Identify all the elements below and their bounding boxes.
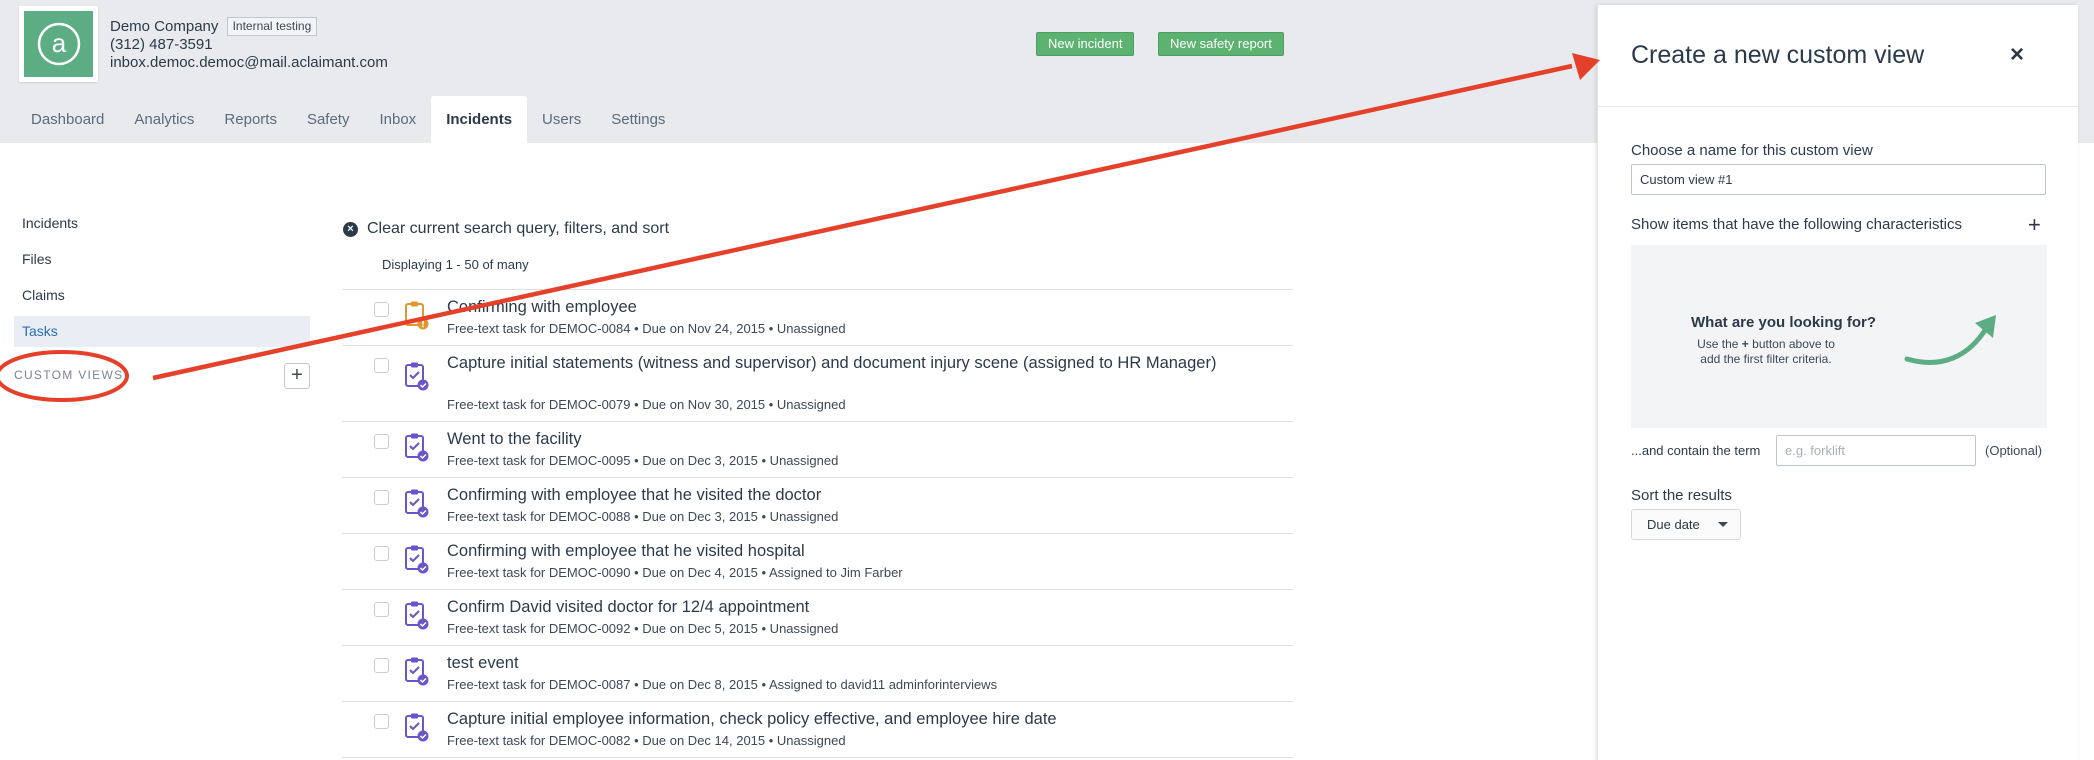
clipboard-check-icon	[405, 433, 429, 462]
task-list: Confirming with employee Free-text task …	[342, 289, 1293, 758]
row-checkbox[interactable]	[374, 658, 389, 673]
clipboard-check-icon	[405, 657, 429, 686]
task-row[interactable]: test event Free-text task for DEMOC-0087…	[342, 646, 1293, 702]
task-meta: Free-text task for DEMOC-0090 • Due on D…	[447, 565, 903, 580]
task-meta: Free-text task for DEMOC-0095 • Due on D…	[447, 453, 839, 468]
new-incident-button[interactable]: New incident	[1036, 32, 1135, 56]
row-checkbox[interactable]	[374, 714, 389, 729]
logo-mark: a	[24, 11, 93, 77]
sidebar-item-incidents[interactable]: Incidents	[14, 208, 310, 239]
close-icon[interactable]: ×	[2010, 41, 2024, 69]
tab-inbox[interactable]: Inbox	[364, 96, 431, 143]
svg-text:a: a	[51, 28, 66, 58]
company-logo[interactable]: a	[19, 6, 98, 82]
task-title[interactable]: Capture initial statements (witness and …	[447, 353, 1227, 373]
add-custom-view-button[interactable]: +	[284, 363, 310, 389]
tab-analytics[interactable]: Analytics	[119, 96, 209, 143]
plus-icon: +	[1741, 337, 1749, 351]
task-title[interactable]: Confirm David visited doctor for 12/4 ap…	[447, 597, 1227, 617]
task-meta: Free-text task for DEMOC-0084 • Due on N…	[447, 321, 846, 336]
contain-term-label: ...and contain the term	[1631, 443, 1761, 458]
aclaimant-logo-icon: a	[37, 22, 80, 66]
chevron-down-icon	[1718, 522, 1728, 527]
task-meta: Free-text task for DEMOC-0088 • Due on D…	[447, 509, 839, 524]
name-label: Choose a name for this custom view	[1631, 142, 1873, 159]
criteria-empty-state: What are you looking for? Use the + butt…	[1631, 245, 2047, 428]
panel-header: Create a new custom view ×	[1598, 5, 2079, 107]
sort-value: Due date	[1647, 517, 1700, 532]
add-criteria-button[interactable]: +	[2028, 212, 2041, 238]
row-checkbox[interactable]	[374, 490, 389, 505]
custom-view-panel: Create a new custom view × Choose a name…	[1597, 5, 2079, 760]
company-name: Demo Company	[110, 18, 219, 35]
tab-users[interactable]: Users	[527, 96, 596, 143]
company-info: Demo Company Internal testing (312) 487-…	[110, 17, 388, 72]
result-count: Displaying 1 - 50 of many	[382, 257, 529, 272]
sidebar-item-tasks[interactable]: Tasks	[14, 316, 310, 347]
clipboard-check-icon	[405, 362, 429, 391]
sidebar-item-claims[interactable]: Claims	[14, 280, 310, 311]
task-title[interactable]: Capture initial employee information, ch…	[447, 709, 1227, 729]
row-checkbox[interactable]	[374, 546, 389, 561]
panel-title: Create a new custom view	[1631, 41, 1925, 69]
empty-state-title: What are you looking for?	[1691, 314, 1877, 331]
task-title[interactable]: Went to the facility	[447, 429, 1227, 449]
task-meta: Free-text task for DEMOC-0082 • Due on D…	[447, 733, 846, 748]
task-row[interactable]: Capture initial employee information, ch…	[342, 702, 1293, 758]
tab-dashboard[interactable]: Dashboard	[16, 96, 119, 143]
task-row[interactable]: Confirm David visited doctor for 12/4 ap…	[342, 590, 1293, 646]
sort-dropdown[interactable]: Due date	[1631, 509, 1741, 540]
task-title[interactable]: test event	[447, 653, 1227, 673]
clipboard-warning-icon	[405, 301, 429, 330]
company-phone: (312) 487-3591	[110, 36, 213, 53]
task-title[interactable]: Confirming with employee that he visited…	[447, 485, 1227, 505]
environment-badge: Internal testing	[226, 17, 318, 36]
task-row[interactable]: Confirming with employee Free-text task …	[342, 290, 1293, 346]
new-safety-report-button[interactable]: New safety report	[1158, 32, 1284, 56]
characteristics-label: Show items that have the following chara…	[1631, 216, 1962, 233]
company-email: inbox.democ.democ@mail.aclaimant.com	[110, 54, 388, 71]
clipboard-check-icon	[405, 545, 429, 574]
clear-search-label: Clear current search query, filters, and…	[367, 220, 670, 237]
help-text-start: Use the	[1697, 337, 1739, 351]
clipboard-check-icon	[405, 489, 429, 518]
tab-incidents[interactable]: Incidents	[431, 96, 528, 143]
row-checkbox[interactable]	[374, 358, 389, 373]
main-nav: Dashboard Analytics Reports Safety Inbox…	[16, 96, 680, 143]
custom-views-heading: CUSTOM VIEWS	[14, 368, 124, 382]
task-meta: Free-text task for DEMOC-0092 • Due on D…	[447, 621, 839, 636]
sidebar-item-files[interactable]: Files	[14, 244, 310, 275]
tab-settings[interactable]: Settings	[596, 96, 680, 143]
custom-view-name-input[interactable]	[1631, 164, 2046, 195]
tab-reports[interactable]: Reports	[209, 96, 292, 143]
clipboard-check-icon	[405, 601, 429, 630]
sort-label: Sort the results	[1631, 487, 1732, 504]
task-title[interactable]: Confirming with employee	[447, 297, 1227, 317]
task-title[interactable]: Confirming with employee that he visited…	[447, 541, 1227, 561]
task-meta: Free-text task for DEMOC-0079 • Due on N…	[447, 397, 846, 412]
row-checkbox[interactable]	[374, 434, 389, 449]
curved-arrow-icon	[1904, 315, 1996, 365]
task-row[interactable]: Capture initial statements (witness and …	[342, 346, 1293, 422]
clipboard-check-icon	[405, 713, 429, 742]
tab-safety[interactable]: Safety	[292, 96, 365, 143]
empty-state-help: Use the + button above to add the first …	[1691, 337, 1841, 367]
row-checkbox[interactable]	[374, 602, 389, 617]
clear-search-link[interactable]: × Clear current search query, filters, a…	[343, 219, 669, 239]
task-row[interactable]: Confirming with employee that he visited…	[342, 478, 1293, 534]
close-circle-icon: ×	[343, 221, 358, 237]
task-meta: Free-text task for DEMOC-0087 • Due on D…	[447, 677, 998, 692]
task-row[interactable]: Confirming with employee that he visited…	[342, 534, 1293, 590]
search-term-input[interactable]	[1776, 435, 1976, 466]
row-checkbox[interactable]	[374, 302, 389, 317]
task-row[interactable]: Went to the facility Free-text task for …	[342, 422, 1293, 478]
optional-hint: (Optional)	[1985, 443, 2043, 458]
